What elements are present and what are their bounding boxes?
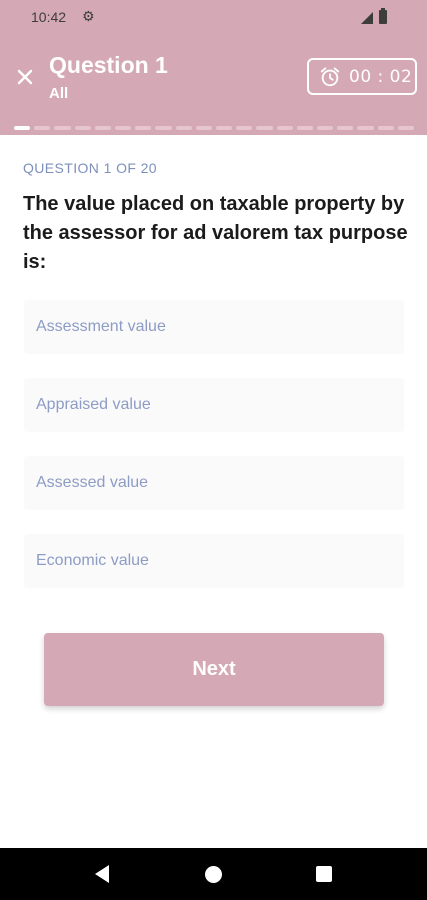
progress-segment: [296, 126, 314, 130]
progress-segment: [337, 126, 354, 130]
timer-button[interactable]: 00 : 02: [307, 58, 417, 95]
question-text: The value placed on taxable property by …: [23, 193, 408, 273]
status-bar: 10:42 ⚙: [0, 0, 427, 36]
progress-segment: [74, 126, 91, 130]
progress-segment: [135, 126, 152, 130]
progress-segment: [115, 126, 132, 130]
progress-segment: [94, 126, 112, 130]
next-button-label: Next: [192, 658, 236, 680]
progress-segment: [54, 126, 71, 130]
progress-segment: [256, 126, 273, 130]
status-time: 10:42: [31, 9, 67, 25]
close-button[interactable]: [10, 62, 40, 92]
progress-segment: [216, 126, 233, 130]
home-icon[interactable]: [205, 866, 222, 883]
question-progress-bar: [14, 126, 415, 132]
next-button[interactable]: Next: [44, 633, 384, 706]
timer-value: 00 : 02: [349, 66, 413, 87]
progress-segment: [236, 126, 253, 130]
app-header: 10:42 ⚙ Question 1 All 00 : 02: [0, 0, 427, 135]
answer-option-label: Appraised value: [36, 396, 151, 413]
category-subtitle: All: [49, 85, 69, 102]
progress-segment: [357, 126, 374, 130]
answer-option-economic-value[interactable]: Economic value: [24, 534, 404, 588]
alarm-clock-icon: [320, 66, 340, 86]
progress-segment: [14, 126, 31, 130]
progress-segment: [175, 126, 192, 130]
answer-option-label: Assessed value: [36, 474, 149, 491]
back-icon[interactable]: [95, 865, 109, 883]
answer-option-assessed-value[interactable]: Assessed value: [24, 456, 404, 510]
progress-segment: [34, 126, 51, 130]
answer-option-assessment-value[interactable]: Assessment value: [24, 300, 404, 354]
system-nav-bar: [0, 848, 427, 900]
progress-segment: [377, 126, 394, 130]
answer-option-appraised-value[interactable]: Appraised value: [24, 378, 404, 432]
status-icons: [361, 8, 401, 24]
answer-option-label: Economic value: [36, 552, 149, 569]
recents-icon[interactable]: [316, 866, 332, 882]
progress-segment: [317, 126, 334, 130]
signal-icon: [361, 12, 373, 24]
battery-icon: [379, 8, 387, 24]
progress-segment: [155, 126, 172, 130]
close-icon: [17, 69, 33, 85]
question-title: Question 1: [49, 52, 168, 78]
gear-icon: ⚙: [82, 8, 95, 24]
answer-option-label: Assessment value: [36, 318, 166, 335]
question-counter: QUESTION 1 OF 20: [23, 160, 157, 176]
progress-segment: [397, 126, 415, 130]
progress-segment: [195, 126, 213, 130]
progress-segment: [276, 126, 293, 130]
